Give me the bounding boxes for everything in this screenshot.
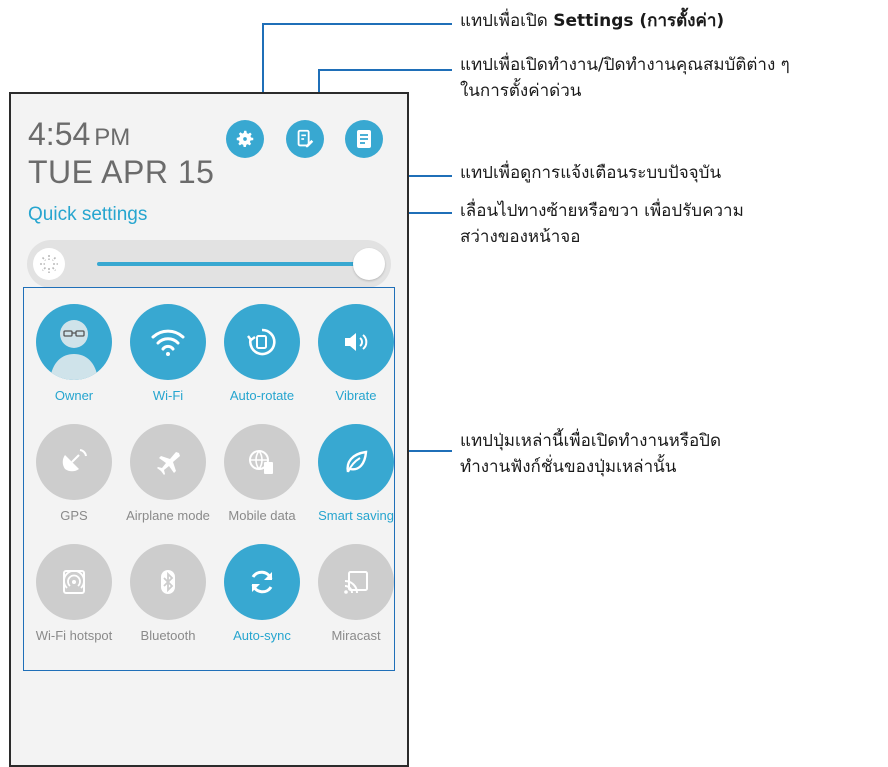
tile-mobile-data[interactable]: Mobile data [214, 408, 310, 530]
vibrate-icon [318, 304, 394, 380]
callout-buttons-line2: ทำงานฟังก์ชั่นของปุ่มเหล่านั้น [460, 457, 677, 477]
tile-airplane-label: Airplane mode [126, 508, 210, 523]
quick-settings-title: Quick settings [28, 204, 148, 225]
tile-bluetooth[interactable]: Bluetooth [120, 528, 216, 650]
gps-icon [36, 424, 112, 500]
callout-notifications: แทปเพื่อดูการแจ้งเตือนระบบปัจจุบัน [460, 160, 721, 186]
brightness-thumb[interactable] [353, 248, 385, 280]
owner-avatar-icon [36, 304, 112, 380]
tile-owner[interactable]: Owner [26, 288, 122, 410]
tile-auto-sync-label: Auto-sync [233, 628, 291, 643]
tile-airplane[interactable]: Airplane mode [120, 408, 216, 530]
tile-vibrate[interactable]: Vibrate [308, 288, 404, 410]
edit-quick-settings-button[interactable] [286, 120, 324, 158]
hotspot-icon [36, 544, 112, 620]
time-ampm: PM [94, 124, 131, 151]
brightness-sun-icon [33, 248, 65, 280]
miracast-icon [318, 544, 394, 620]
tile-hotspot-label: Wi-Fi hotspot [35, 628, 113, 643]
mobile-data-icon [224, 424, 300, 500]
tile-owner-label: Owner [54, 388, 94, 403]
tile-hotspot[interactable]: Wi-Fi hotspot [26, 528, 122, 650]
settings-button[interactable] [226, 120, 264, 158]
callout-notif-line1: แทปเพื่อดูการแจ้งเตือนระบบปัจจุบัน [460, 163, 722, 183]
auto-rotate-icon [224, 304, 300, 380]
notifications-button[interactable] [345, 120, 383, 158]
callout-settings-prefix: แทปเพื่อเปิด [460, 11, 554, 31]
tile-gps-label: GPS [60, 508, 88, 523]
time-value: 4:54 [28, 116, 91, 152]
gear-icon [236, 130, 254, 147]
tile-auto-rotate[interactable]: Auto-rotate [214, 288, 310, 410]
tile-wifi[interactable]: Wi-Fi [120, 288, 216, 410]
callout-line-edit-h [318, 69, 452, 71]
tile-miracast[interactable]: Miracast [308, 528, 404, 650]
wifi-icon [130, 304, 206, 380]
brightness-track [97, 262, 365, 266]
callout-settings: แทปเพื่อเปิด Settings (การตั้งค่า) [460, 8, 724, 34]
quick-settings-panel: 4:54 PM TUE APR 15 Quick settings Owner … [9, 92, 409, 767]
callout-buttons-line1: แทปปุ่มเหล่านี้เพื่อเปิดทำงานหรือปิด [460, 431, 722, 451]
callout-settings-bold: Settings (การตั้งค่า) [553, 11, 725, 31]
callout-brightness-line2: สว่างของหน้าจอ [460, 227, 581, 247]
callout-toggle-line1: แทปเพื่อเปิดทำงาน/ปิดทำงานคุณสมบัติต่าง … [460, 55, 790, 75]
notifications-icon [357, 130, 371, 148]
tile-smart-saving[interactable]: Smart saving [308, 408, 404, 530]
tile-wifi-label: Wi-Fi [152, 388, 184, 403]
airplane-icon [130, 424, 206, 500]
leaf-icon [318, 424, 394, 500]
tile-gps[interactable]: GPS [26, 408, 122, 530]
bluetooth-icon [130, 544, 206, 620]
callout-brightness-line1: เลื่อนไปทางซ้ายหรือขวา เพื่อปรับความ [460, 201, 744, 221]
tile-auto-rotate-label: Auto-rotate [229, 388, 295, 403]
callout-line-settings-h [262, 23, 452, 25]
brightness-slider[interactable] [27, 240, 391, 288]
callout-brightness: เลื่อนไปทางซ้ายหรือขวา เพื่อปรับความ สว่… [460, 198, 744, 250]
tile-miracast-label: Miracast [331, 628, 381, 643]
edit-settings-icon [297, 129, 314, 148]
tile-bluetooth-label: Bluetooth [140, 628, 196, 643]
sync-icon [224, 544, 300, 620]
callout-buttons: แทปปุ่มเหล่านี้เพื่อเปิดทำงานหรือปิด ทำง… [460, 428, 721, 480]
tile-auto-sync[interactable]: Auto-sync [214, 528, 310, 650]
tile-vibrate-label: Vibrate [335, 388, 377, 403]
tile-mobile-data-label: Mobile data [228, 508, 296, 523]
callout-toggle-quick: แทปเพื่อเปิดทำงาน/ปิดทำงานคุณสมบัติต่าง … [460, 52, 790, 104]
tile-smart-saving-label: Smart saving [318, 508, 394, 523]
status-time: 4:54 PM [28, 116, 130, 153]
status-date: TUE APR 15 [28, 154, 215, 190]
callout-toggle-line2: ในการตั้งค่าด่วน [460, 81, 582, 101]
quick-settings-grid: Owner Wi-Fi Auto-rotate Vibrate GPS Airp… [23, 287, 395, 671]
